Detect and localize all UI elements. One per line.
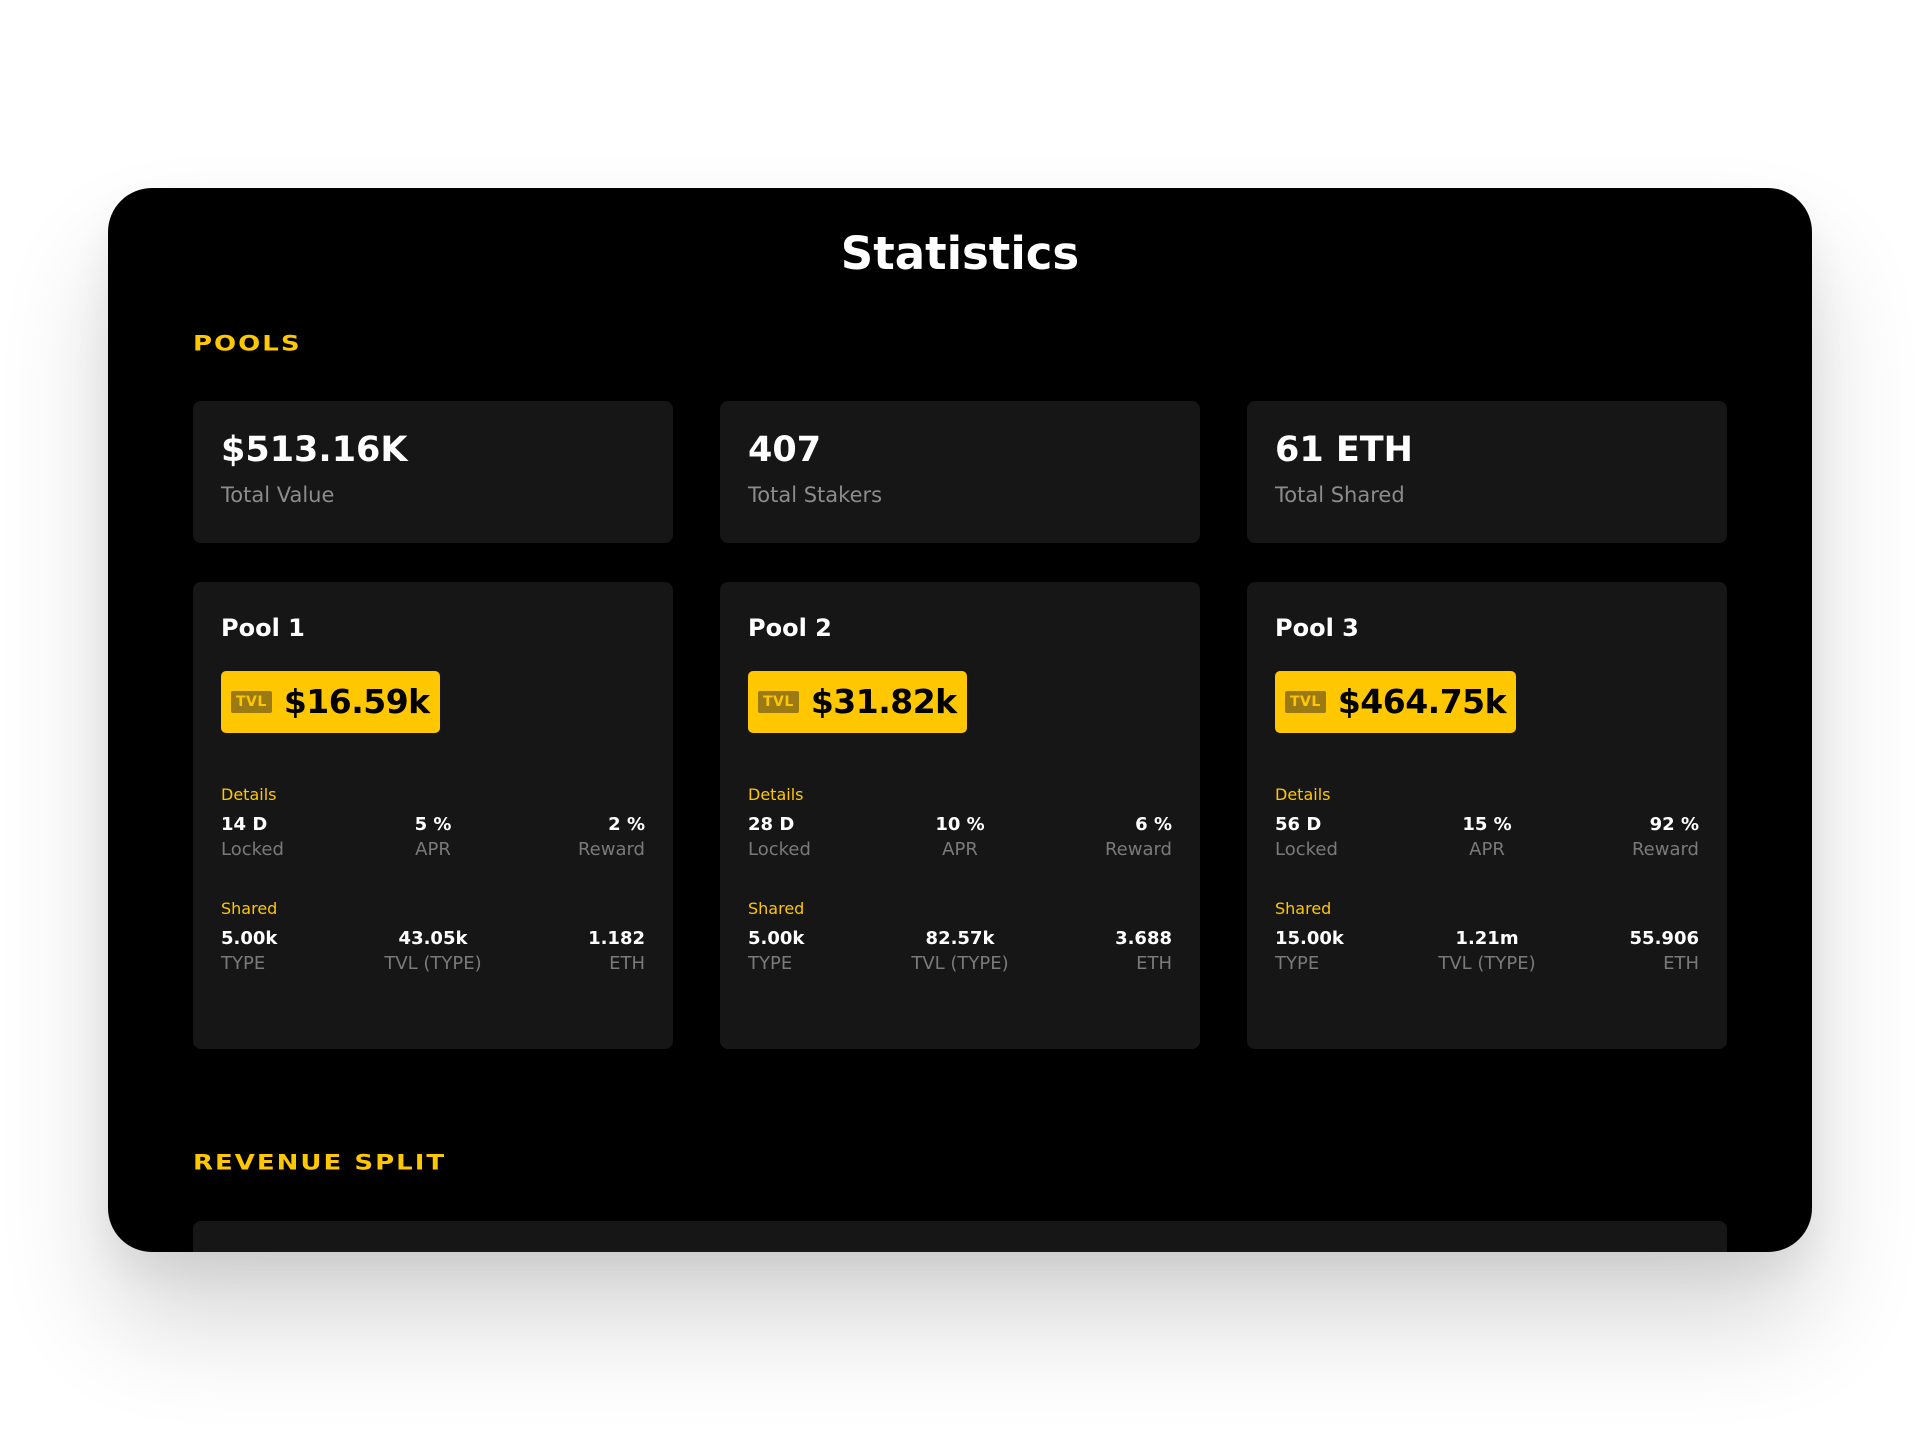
locked-value: 56 D: [1275, 814, 1322, 835]
tvl-badge: TVL $464.75k: [1275, 671, 1517, 733]
reward-value: 6 %: [1135, 814, 1172, 835]
details-row: 56 D Locked 15 % APR 92 % Reward: [1275, 813, 1699, 873]
reward-label: Reward: [1631, 839, 1699, 860]
tvl-type-label: TVL (TYPE): [384, 953, 482, 974]
tvl-type-stat: 43.05k TVL (TYPE): [384, 927, 481, 977]
details-row: 28 D Locked 10 % APR 6 % Reward: [748, 813, 1172, 873]
eth-value: 1.182: [588, 928, 645, 949]
type-stat: 15.00k TYPE: [1275, 927, 1344, 977]
tvl-badge: TVL $16.59k: [221, 671, 440, 733]
pool-card-3[interactable]: Pool 3 TVL $464.75k Details 56 D Locked …: [1247, 582, 1727, 1049]
reward-label: Reward: [577, 839, 645, 860]
details-label: Details: [221, 785, 277, 804]
tvl-type-stat: 82.57k TVL (TYPE): [911, 927, 1008, 977]
pool-name: Pool 2: [748, 614, 832, 642]
pool-card-2[interactable]: Pool 2 TVL $31.82k Details 28 D Locked 1…: [720, 582, 1200, 1049]
type-label: TYPE: [1275, 953, 1320, 974]
shared-label: Shared: [221, 899, 278, 918]
tvl-value: $16.59k: [283, 682, 430, 721]
locked-label: Locked: [1275, 839, 1338, 860]
locked-label: Locked: [221, 839, 284, 860]
shared-label: Shared: [1275, 899, 1332, 918]
total-stakers-label: Total Stakers: [748, 483, 883, 507]
tvl-type-value: 43.05k: [398, 928, 468, 949]
revenue-split-card: [193, 1221, 1727, 1252]
apr-stat: 15 % APR: [1462, 813, 1511, 863]
details-label: Details: [748, 785, 804, 804]
reward-label: Reward: [1104, 839, 1172, 860]
reward-stat: 2 % Reward: [578, 813, 645, 863]
locked-label: Locked: [748, 839, 811, 860]
apr-label: APR: [415, 839, 451, 860]
tvl-type-stat: 1.21m TVL (TYPE): [1438, 927, 1535, 977]
tvl-value: $31.82k: [810, 682, 957, 721]
tvl-type-value: 82.57k: [925, 928, 995, 949]
tvl-tag: TVL: [1285, 691, 1326, 713]
pool-name: Pool 3: [1275, 614, 1359, 642]
total-shared-label: Total Shared: [1275, 483, 1405, 507]
reward-stat: 92 % Reward: [1632, 813, 1699, 863]
apr-stat: 10 % APR: [935, 813, 984, 863]
reward-value: 2 %: [608, 814, 645, 835]
tvl-tag: TVL: [758, 691, 799, 713]
pool-name: Pool 1: [221, 614, 305, 642]
total-shared-card: 61 ETH Total Shared: [1247, 401, 1727, 543]
eth-value: 55.906: [1629, 928, 1699, 949]
apr-value: 15 %: [1462, 814, 1512, 835]
apr-value: 10 %: [935, 814, 985, 835]
tvl-type-label: TVL (TYPE): [1438, 953, 1536, 974]
shared-row: 5.00k TYPE 82.57k TVL (TYPE) 3.688 ETH: [748, 927, 1172, 987]
eth-stat: 1.182 ETH: [588, 927, 645, 977]
shared-label: Shared: [748, 899, 805, 918]
shared-row: 15.00k TYPE 1.21m TVL (TYPE) 55.906 ETH: [1275, 927, 1699, 987]
total-shared: 61 ETH: [1275, 430, 1413, 470]
tvl-tag: TVL: [231, 691, 272, 713]
reward-value: 92 %: [1649, 814, 1699, 835]
total-value-card: $513.16K Total Value: [193, 401, 673, 543]
apr-label: APR: [1469, 839, 1505, 860]
eth-label: ETH: [609, 953, 645, 974]
type-label: TYPE: [221, 953, 266, 974]
eth-label: ETH: [1663, 953, 1699, 974]
eth-stat: 55.906 ETH: [1630, 927, 1699, 977]
apr-stat: 5 % APR: [415, 813, 452, 863]
apr-label: APR: [942, 839, 978, 860]
apr-value: 5 %: [414, 814, 452, 835]
reward-stat: 6 % Reward: [1105, 813, 1172, 863]
details-row: 14 D Locked 5 % APR 2 % Reward: [221, 813, 645, 873]
type-label: TYPE: [748, 953, 793, 974]
total-stakers-card: 407 Total Stakers: [720, 401, 1200, 543]
eth-label: ETH: [1136, 953, 1172, 974]
revenue-split-section-title: REVENUE SPLIT: [193, 1150, 447, 1176]
type-value: 15.00k: [1275, 928, 1344, 949]
total-value: $513.16K: [221, 430, 408, 470]
locked-stat: 28 D Locked: [748, 813, 811, 863]
statistics-panel: Statistics POOLS $513.16K Total Value 40…: [108, 188, 1812, 1252]
eth-stat: 3.688 ETH: [1115, 927, 1172, 977]
tvl-type-value: 1.21m: [1455, 928, 1519, 949]
total-stakers: 407: [748, 430, 822, 470]
tvl-badge: TVL $31.82k: [748, 671, 967, 733]
type-stat: 5.00k TYPE: [221, 927, 277, 977]
eth-value: 3.688: [1115, 928, 1172, 949]
total-value-label: Total Value: [221, 483, 335, 507]
shared-row: 5.00k TYPE 43.05k TVL (TYPE) 1.182 ETH: [221, 927, 645, 987]
pool-card-1[interactable]: Pool 1 TVL $16.59k Details 14 D Locked 5…: [193, 582, 673, 1049]
tvl-type-label: TVL (TYPE): [911, 953, 1009, 974]
type-stat: 5.00k TYPE: [748, 927, 804, 977]
tvl-value: $464.75k: [1337, 682, 1507, 721]
type-value: 5.00k: [221, 928, 278, 949]
locked-stat: 14 D Locked: [221, 813, 284, 863]
locked-stat: 56 D Locked: [1275, 813, 1338, 863]
locked-value: 14 D: [221, 814, 268, 835]
page-title: Statistics: [840, 227, 1080, 280]
locked-value: 28 D: [748, 814, 795, 835]
pools-section-title: POOLS: [193, 331, 302, 357]
details-label: Details: [1275, 785, 1331, 804]
type-value: 5.00k: [748, 928, 805, 949]
